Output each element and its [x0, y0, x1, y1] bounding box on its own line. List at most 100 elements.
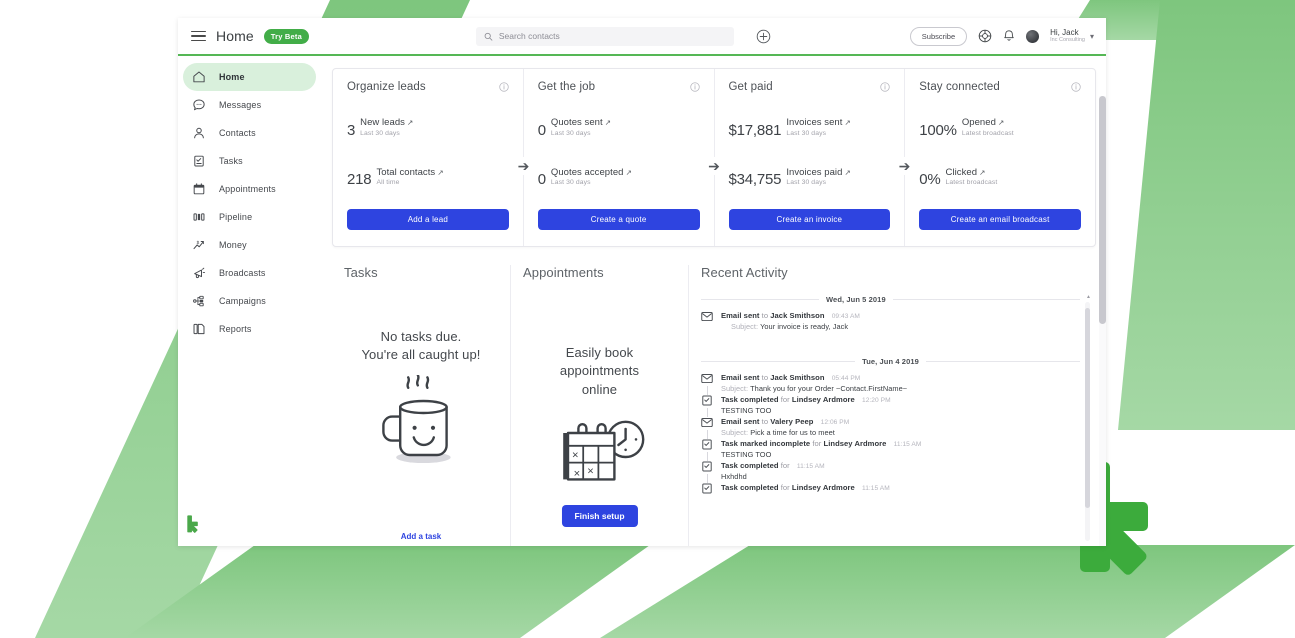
bell-icon[interactable] [1003, 29, 1015, 43]
activity-date-label: Wed, Jun 5 2019 [826, 295, 886, 304]
activity-time: 12:20 PM [861, 397, 891, 404]
activity-row[interactable]: Task completed for Lindsey Ardmore 11:15… [701, 483, 1080, 494]
activity-row[interactable]: Task completed for Lindsey Ardmore 12:20… [701, 395, 1080, 417]
avatar[interactable] [1026, 29, 1040, 43]
sidebar-item-broadcasts[interactable]: Broadcasts [183, 259, 316, 287]
sidebar-item-contacts[interactable]: Contacts [183, 119, 316, 147]
info-icon[interactable] [1071, 82, 1081, 92]
activity-feed[interactable]: Wed, Jun 5 2019 Email sent to Jack Smith… [701, 286, 1092, 541]
recent-activity-panel: Recent Activity Wed, Jun 5 2019 Email se… [688, 265, 1096, 546]
sidebar-item-reports[interactable]: Reports [183, 315, 316, 343]
sidebar-item-appointments[interactable]: Appointments [183, 175, 316, 203]
info-icon[interactable] [499, 82, 509, 92]
subscribe-button[interactable]: Subscribe [909, 26, 968, 46]
activity-time: 05:44 PM [831, 375, 861, 382]
kpi-metric-label[interactable]: Clicked [946, 167, 978, 178]
activity-row[interactable]: Task marked incomplete for Lindsey Ardmo… [701, 439, 1080, 461]
kpi-value: 0 [537, 121, 546, 139]
activity-gutter [701, 311, 713, 333]
activity-who[interactable]: Lindsey Ardmore [792, 483, 855, 492]
report-doc-icon [191, 322, 206, 337]
finish-setup-button[interactable]: Finish setup [561, 505, 638, 527]
kpi-header: Get paid [729, 81, 891, 93]
info-icon[interactable] [689, 82, 700, 92]
kpi-title: Get paid [728, 81, 773, 93]
create-an-invoice-button[interactable]: Create an invoice [728, 209, 891, 230]
page-scrollbar[interactable] [1099, 96, 1106, 546]
kpi-metric-label[interactable]: Invoices paid [786, 167, 842, 178]
search-box[interactable] [476, 26, 735, 46]
activity-action: Email sent [721, 417, 760, 426]
main-content: Organize leads 3 New leads ↗ Last 30 day… [322, 56, 1106, 546]
person-icon [191, 126, 206, 141]
search-input[interactable] [498, 31, 727, 41]
kpi-metric-label[interactable]: Invoices sent [786, 117, 842, 128]
create-an-email-broadcast-button[interactable]: Create an email broadcast [919, 209, 1081, 230]
sidebar-item-tasks[interactable]: Tasks [183, 147, 316, 175]
sidebar-item-campaigns[interactable]: Campaigns [183, 287, 316, 315]
create-a-quote-button[interactable]: Create a quote [537, 209, 700, 230]
kpi-title: Organize leads [347, 81, 426, 93]
add-a-lead-button[interactable]: Add a lead [347, 209, 509, 230]
info-icon[interactable] [880, 82, 890, 92]
appointments-empty-message: Easily book appointments online [559, 345, 640, 397]
try-beta-badge[interactable]: Try Beta [263, 28, 309, 44]
kpi-sub-label: Latest broadcast [961, 129, 1014, 137]
kpi-card-get-the-job: Get the job 0 Quotes sent ↗ Last 30 days… [522, 69, 714, 246]
activity-scrollbar-thumb[interactable] [1085, 308, 1090, 508]
kpi-meta: Opened ↗ Latest broadcast [962, 112, 1014, 138]
pipeline-icon [191, 210, 206, 225]
lifebuoy-icon[interactable] [978, 29, 992, 43]
sidebar-item-messages[interactable]: Messages [183, 91, 316, 119]
activity-time: 11:15 AM [893, 441, 922, 448]
kpi-sub-label: Last 30 days [360, 129, 400, 137]
activity-body: Task marked incomplete for Lindsey Ardmo… [721, 439, 1080, 461]
kpi-value: 3 [347, 121, 356, 139]
kpi-value: 0% [919, 171, 941, 189]
kpi-metric-label[interactable]: New leads [360, 117, 405, 128]
add-a-task-link[interactable]: Add a task [332, 532, 510, 541]
kpi-header: Organize leads [347, 81, 509, 93]
activity-row[interactable]: Task completed for 11:15 AM Hxhdhd [701, 461, 1080, 483]
activity-row[interactable]: Email sent to Jack Smithson 05:44 PM Sub… [701, 373, 1080, 395]
plus-circle-icon[interactable] [756, 29, 771, 44]
sidebar-item-home[interactable]: Home [183, 63, 316, 91]
sidebar-label-reports: Reports [219, 324, 252, 334]
activity-detail-text: Thank you for your Order ~Contact.FirstN… [750, 384, 908, 393]
activity-connector: for [780, 483, 790, 492]
kpi-metric-label[interactable]: Quotes accepted [551, 167, 624, 178]
page-scrollbar-thumb[interactable] [1099, 96, 1106, 324]
external-link-arrow-icon: ↗ [602, 118, 612, 127]
activity-who[interactable]: Lindsey Ardmore [792, 395, 855, 404]
scroll-up-caret-icon[interactable]: ▲ [1086, 294, 1091, 300]
activity-gutter [701, 461, 713, 483]
activity-time: 11:15 AM [861, 485, 890, 492]
activity-who[interactable]: Jack Smithson [770, 373, 824, 382]
activity-row[interactable]: Email sent to Jack Smithson 09:43 AM Sub… [701, 311, 1080, 333]
activity-headline: Email sent to Valery Peep 12:06 PM [721, 417, 1080, 426]
user-menu[interactable]: Hi, Jack Inc Consulting ▾ [1050, 28, 1094, 44]
chevron-down-icon[interactable]: ▾ [1090, 32, 1094, 41]
activity-body: Task completed for 11:15 AM Hxhdhd [721, 461, 1080, 483]
activity-detail-key: Subject: [721, 384, 749, 393]
kpi-metric-label[interactable]: Opened [962, 117, 996, 128]
svg-text:×: × [572, 450, 579, 462]
message-icon [191, 98, 206, 113]
kpi-metric-label[interactable]: Quotes sent [551, 117, 603, 128]
kpi-metric-label[interactable]: Total contacts [376, 167, 435, 178]
hamburger-icon[interactable] [191, 30, 206, 42]
activity-scrollbar[interactable] [1085, 302, 1090, 541]
activity-who[interactable]: Jack Smithson [770, 311, 824, 320]
activity-who[interactable]: Valery Peep [770, 417, 813, 426]
activity-detail-key: Subject: [721, 428, 749, 437]
activity-detail: Subject: Pick a time for us to meet [721, 428, 1080, 437]
activity-time: 11:15 AM [796, 463, 825, 470]
activity-connector: to [761, 373, 769, 382]
sidebar-item-pipeline[interactable]: Pipeline [183, 203, 316, 231]
sidebar-label-tasks: Tasks [219, 156, 243, 166]
activity-row[interactable]: Email sent to Valery Peep 12:06 PM Subje… [701, 417, 1080, 439]
kpi-card-get-paid: Get paid $17,881 Invoices sent ↗ Last 30… [713, 69, 905, 246]
tasks-panel-title: Tasks [344, 265, 378, 280]
sidebar-item-money[interactable]: $ Money [183, 231, 316, 259]
activity-who[interactable]: Lindsey Ardmore [824, 439, 887, 448]
